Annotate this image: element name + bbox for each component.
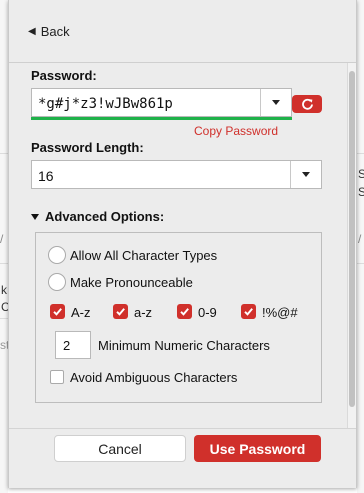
checkmark-icon [53,308,62,316]
allow-all-types-radio[interactable] [48,246,66,264]
avoid-ambiguous-checkbox[interactable] [50,370,64,384]
chevron-down-icon [272,100,280,105]
regenerate-password-button[interactable] [292,95,322,113]
password-strength-bar [31,117,292,120]
background-divider [0,318,8,319]
background-text: / [0,232,4,246]
background-text: k [1,283,7,297]
background-text: S [358,185,364,199]
password-length-dropdown-button[interactable] [290,161,321,188]
background-divider [0,263,8,264]
copy-password-link[interactable]: Copy Password [194,124,278,138]
digits-label[interactable]: 0-9 [198,305,217,320]
checkmark-icon [244,308,253,316]
uppercase-label[interactable]: A-z [71,305,91,320]
minimum-numeric-label: Minimum Numeric Characters [98,338,270,353]
back-arrow-icon: ◀ [28,26,36,37]
disclosure-triangle-icon [31,213,39,220]
password-length-select[interactable]: 16 [31,160,322,189]
background-divider [0,153,8,154]
make-pronounceable-label[interactable]: Make Pronounceable [70,275,193,290]
password-value[interactable]: *g#j*z3!wJBw861p [38,96,173,112]
back-button[interactable]: ◀ Back [28,24,70,39]
popover-header: ◀ Back [9,0,356,63]
password-length-label: Password Length: [31,140,144,155]
advanced-options-toggle[interactable]: Advanced Options: [31,209,164,224]
background-divider [357,153,364,154]
scrollbar[interactable] [347,63,356,428]
background-divider [357,263,364,264]
background-right-strip [357,0,364,493]
digits-checkbox[interactable] [177,304,192,319]
password-label: Password: [31,68,97,83]
password-generator-popover: ◀ Back Password: *g#j*z3!wJBw861p Copy P… [8,0,357,488]
background-text: S [358,167,364,181]
checkmark-icon [116,308,125,316]
background-text: / [358,232,362,246]
use-password-button[interactable]: Use Password [194,435,321,462]
chevron-down-icon [302,172,310,177]
password-length-value: 16 [38,168,54,184]
scrollbar-thumb[interactable] [349,71,355,407]
allow-all-types-label[interactable]: Allow All Character Types [70,248,217,263]
minimum-numeric-input[interactable]: 2 [55,331,91,359]
uppercase-checkbox[interactable] [50,304,65,319]
back-label: Back [40,24,70,39]
refresh-icon [301,98,313,110]
symbols-checkbox[interactable] [241,304,256,319]
password-field[interactable]: *g#j*z3!wJBw861p [31,88,292,117]
make-pronounceable-radio[interactable] [48,273,66,291]
checkmark-icon [180,308,189,316]
cancel-button[interactable]: Cancel [54,435,186,462]
background-left-strip [0,0,8,493]
avoid-ambiguous-label[interactable]: Avoid Ambiguous Characters [70,370,237,385]
symbols-label[interactable]: !%@# [262,305,298,320]
advanced-options-label: Advanced Options: [45,209,165,224]
lowercase-checkbox[interactable] [113,304,128,319]
lowercase-label[interactable]: a-z [134,305,152,320]
password-dropdown-button[interactable] [260,89,291,116]
